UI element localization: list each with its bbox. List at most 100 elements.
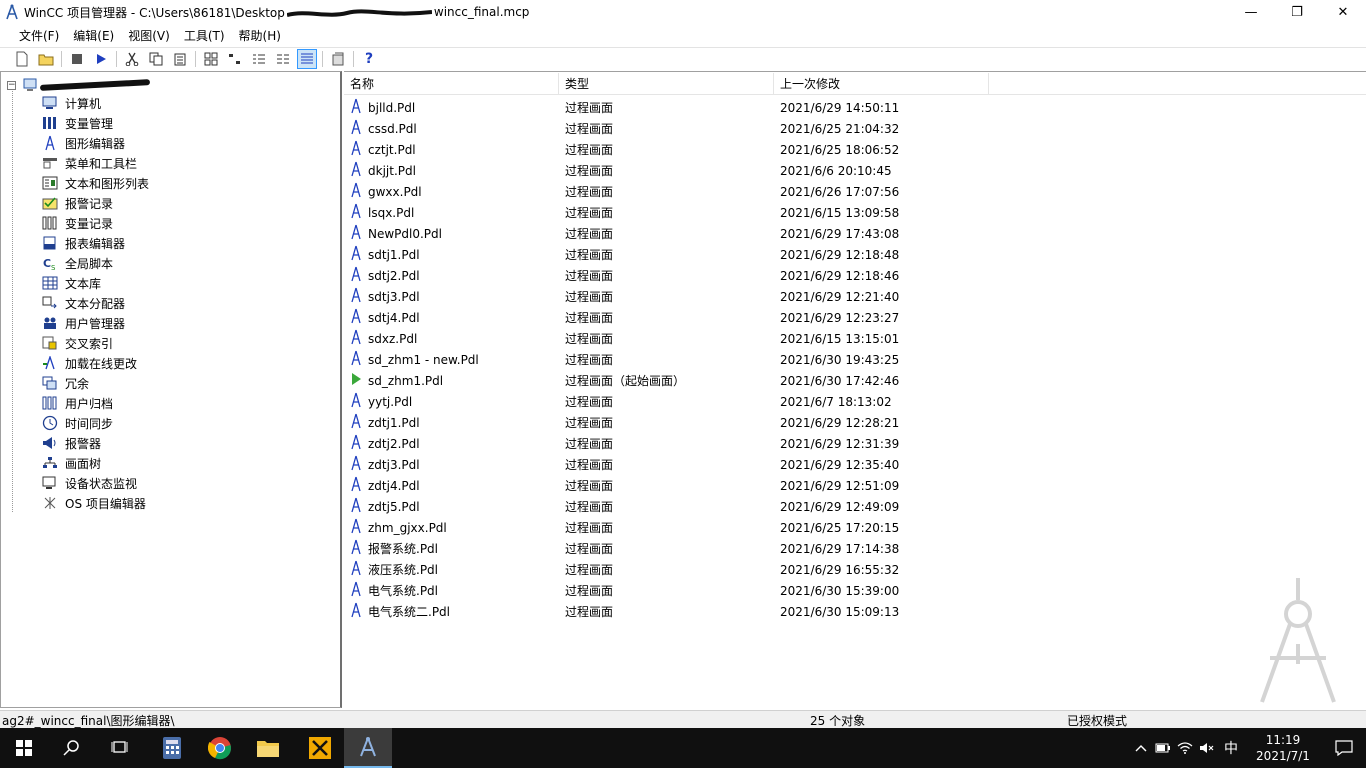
taskbar-clock[interactable]: 11:19 2021/7/1 [1244,732,1322,764]
tree-item[interactable]: 菜单和工具栏 [41,153,149,173]
svg-text:C: C [43,257,51,270]
menu-file[interactable]: 文件(F) [12,27,66,44]
column-header-name[interactable]: 名称 [344,73,559,95]
help-icon[interactable]: ? [359,49,379,69]
table-row[interactable]: 电气系统二.Pdl 过程画面 2021/6/30 15:09:13 [344,601,989,622]
cell-name: sdtj3.Pdl [344,287,559,306]
close-button[interactable]: ✕ [1320,0,1366,24]
table-row[interactable]: dkjjt.Pdl 过程画面 2021/6/6 20:10:45 [344,160,989,181]
tree-item[interactable]: 时间同步 [41,413,149,433]
table-row[interactable]: zdtj4.Pdl 过程画面 2021/6/29 12:51:09 [344,475,989,496]
notification-icon[interactable] [1322,728,1366,768]
table-row[interactable]: gwxx.Pdl 过程画面 2021/6/26 17:07:56 [344,181,989,202]
menu-help[interactable]: 帮助(H) [232,27,288,44]
menu-tools[interactable]: 工具(T) [177,27,232,44]
tree-item[interactable]: 加载在线更改 [41,353,149,373]
open-folder-icon[interactable] [36,49,56,69]
tree-item[interactable]: 用户管理器 [41,313,149,333]
table-row[interactable]: sdxz.Pdl 过程画面 2021/6/15 13:15:01 [344,328,989,349]
new-icon[interactable] [12,49,32,69]
collapse-icon[interactable]: − [7,80,16,90]
pdl-file-icon [350,581,368,600]
tia-portal-icon[interactable] [296,728,344,768]
table-row[interactable]: sd_zhm1 - new.Pdl 过程画面 2021/6/30 19:43:25 [344,349,989,370]
paste-icon[interactable] [170,49,190,69]
table-row[interactable]: bjlld.Pdl 过程画面 2021/6/29 14:50:11 [344,97,989,118]
tree-item[interactable]: 图形编辑器 [41,133,149,153]
tree-item[interactable]: 用户归档 [41,393,149,413]
table-row[interactable]: zdtj5.Pdl 过程画面 2021/6/29 12:49:09 [344,496,989,517]
tree-item[interactable]: 变量记录 [41,213,149,233]
tree-item[interactable]: 报警记录 [41,193,149,213]
start-windows-icon[interactable] [0,728,48,768]
tree-item[interactable]: 设备状态监视 [41,473,149,493]
tree-item[interactable]: 变量管理 [41,113,149,133]
table-row[interactable]: zhm_gjxx.Pdl 过程画面 2021/6/25 17:20:15 [344,517,989,538]
table-row[interactable]: zdtj1.Pdl 过程画面 2021/6/29 12:28:21 [344,412,989,433]
table-row[interactable]: NewPdl0.Pdl 过程画面 2021/6/29 17:43:08 [344,223,989,244]
search-icon[interactable] [48,728,96,768]
table-row[interactable]: yytj.Pdl 过程画面 2021/6/7 18:13:02 [344,391,989,412]
table-row[interactable]: zdtj3.Pdl 过程画面 2021/6/29 12:35:40 [344,454,989,475]
cut-icon[interactable] [122,49,142,69]
details-view-icon[interactable] [297,48,317,69]
tree-item[interactable]: 报警器 [41,433,149,453]
table-row[interactable]: 报警系统.Pdl 过程画面 2021/6/29 17:14:38 [344,538,989,559]
column-header-type[interactable]: 类型 [559,73,774,95]
tree-item[interactable]: 画面树 [41,453,149,473]
file-explorer-icon[interactable] [244,728,292,768]
wincc-taskbar-icon[interactable] [344,728,392,768]
table-row[interactable]: zdtj2.Pdl 过程画面 2021/6/29 12:31:39 [344,433,989,454]
tree-item[interactable]: 文本分配器 [41,293,149,313]
tree-item[interactable]: 交叉索引 [41,333,149,353]
tree-item[interactable]: 计算机 [41,93,149,113]
user-archive-icon [41,395,59,411]
status-object-count: 25 个对象 [810,714,866,728]
tree-item[interactable]: C S 全局脚本 [41,253,149,273]
table-row[interactable]: 电气系统.Pdl 过程画面 2021/6/30 15:39:00 [344,580,989,601]
cell-modified: 2021/6/15 13:09:58 [780,205,900,220]
tree-item[interactable]: 文本库 [41,273,149,293]
tree-item[interactable]: 报表编辑器 [41,233,149,253]
task-view-icon[interactable] [96,728,144,768]
play-icon[interactable] [91,49,111,69]
large-icons-icon[interactable] [201,49,221,69]
tree-item[interactable]: 冗余 [41,373,149,393]
volume-muted-icon[interactable] [1196,728,1218,768]
menu-view[interactable]: 视图(V) [121,27,177,44]
tree-item-label: 加载在线更改 [65,356,138,371]
table-row[interactable]: sdtj1.Pdl 过程画面 2021/6/29 12:18:48 [344,244,989,265]
chevron-up-icon[interactable] [1130,728,1152,768]
detail-list-icon[interactable] [273,49,293,69]
table-row[interactable]: cssd.Pdl 过程画面 2021/6/25 21:04:32 [344,118,989,139]
tag-management-icon [41,115,59,131]
tree-root-project[interactable]: − [7,76,151,94]
properties-icon[interactable] [328,49,348,69]
list-view-icon[interactable] [249,49,269,69]
stop-icon[interactable] [67,49,87,69]
maximize-button[interactable]: ❐ [1274,0,1320,24]
graphics-designer-watermark-icon [1260,578,1336,703]
table-row[interactable]: cztjt.Pdl 过程画面 2021/6/25 18:06:52 [344,139,989,160]
table-row[interactable]: 液压系统.Pdl 过程画面 2021/6/29 16:55:32 [344,559,989,580]
tree-item[interactable]: 文本和图形列表 [41,173,149,193]
menu-edit[interactable]: 编辑(E) [66,27,121,44]
small-icons-icon[interactable] [225,49,245,69]
calculator-app-icon[interactable] [148,728,196,768]
table-row[interactable]: sd_zhm1.Pdl 过程画面（起始画面） 2021/6/30 17:42:46 [344,370,989,391]
chrome-browser-icon[interactable] [196,728,244,768]
table-row[interactable]: sdtj4.Pdl 过程画面 2021/6/29 12:23:27 [344,307,989,328]
column-header-modified[interactable]: 上一次修改 [774,73,989,95]
table-row[interactable]: lsqx.Pdl 过程画面 2021/6/15 13:09:58 [344,202,989,223]
ime-indicator[interactable]: 中 [1218,728,1244,768]
file-name: yytj.Pdl [368,394,413,409]
table-row[interactable]: sdtj2.Pdl 过程画面 2021/6/29 12:18:46 [344,265,989,286]
wifi-icon[interactable] [1174,728,1196,768]
battery-icon[interactable] [1152,728,1174,768]
copy-icon[interactable] [146,49,166,69]
cross-reference-icon [41,335,59,351]
table-row[interactable]: sdtj3.Pdl 过程画面 2021/6/29 12:21:40 [344,286,989,307]
cell-name: lsqx.Pdl [344,203,559,222]
minimize-button[interactable]: — [1228,0,1274,24]
tree-item[interactable]: OS 项目编辑器 [41,493,149,513]
